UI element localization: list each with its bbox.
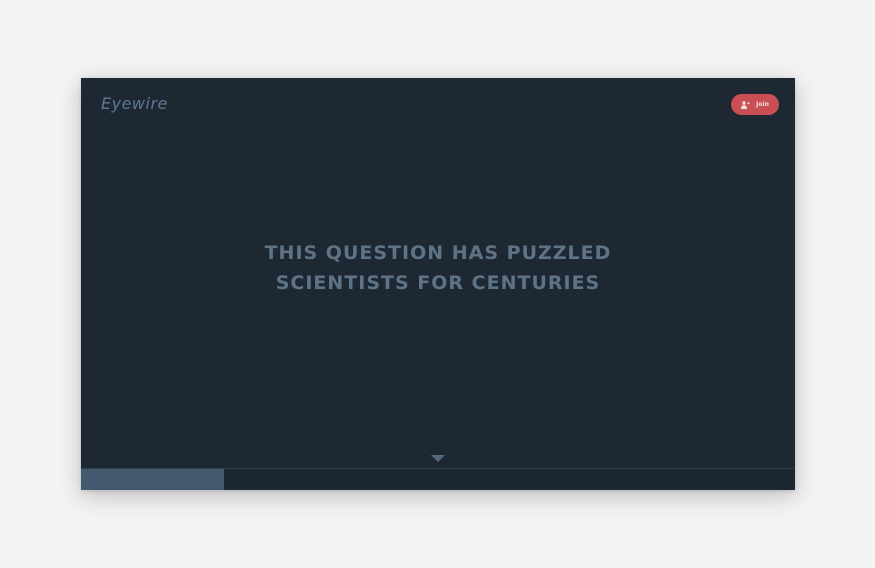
join-label: Join — [756, 101, 769, 108]
add-user-icon — [741, 100, 750, 109]
headline-line-2: SCIENTISTS FOR CENTURIES — [275, 272, 601, 294]
headline-line-1: THIS QUESTION HAS PUZZLED — [264, 242, 612, 264]
hero-headline: THIS QUESTION HAS PUZZLED SCIENTISTS FOR… — [81, 238, 795, 298]
scroll-down-button[interactable] — [431, 448, 445, 467]
app-window: Eyewire Join THIS QUESTION HAS PUZZLED S… — [81, 78, 795, 490]
progress-bar — [81, 468, 795, 490]
join-button[interactable]: Join — [731, 94, 779, 115]
triangle-down-icon — [431, 455, 445, 462]
eyewire-logo[interactable]: Eyewire — [101, 94, 168, 113]
progress-bar-fill — [81, 469, 224, 490]
